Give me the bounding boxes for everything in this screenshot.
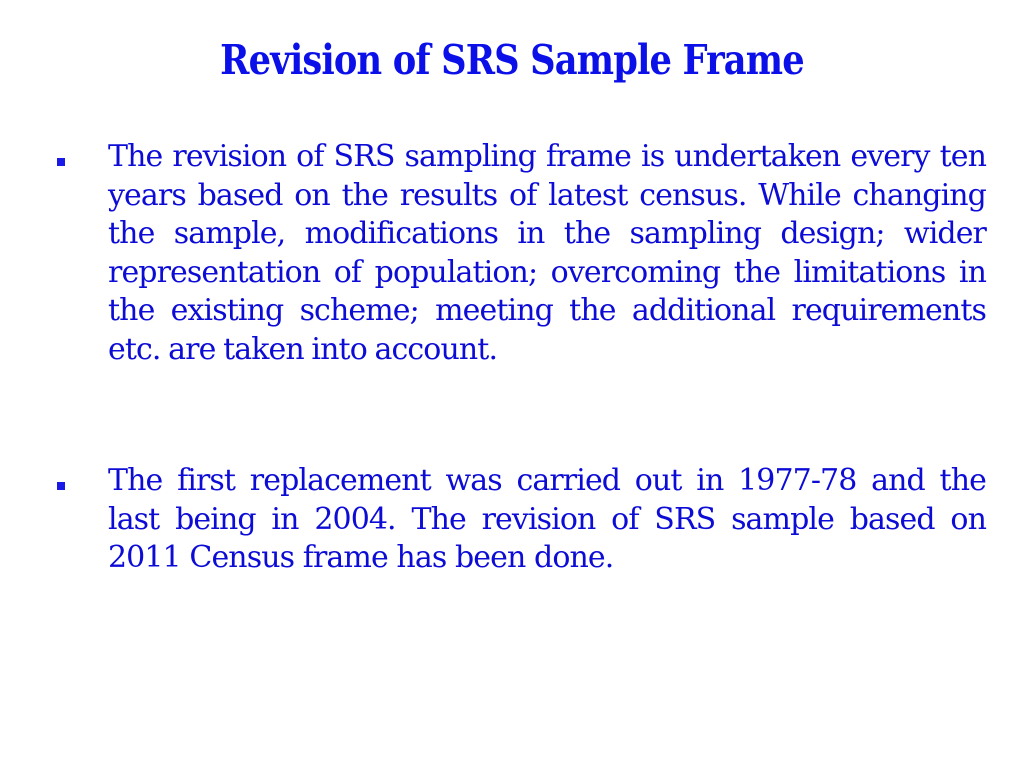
square-bullet-icon bbox=[57, 158, 65, 166]
bullet-text: The revision of SRS sampling frame is un… bbox=[108, 139, 987, 367]
square-bullet-icon bbox=[57, 482, 65, 490]
bullet-text: The first replacement was carried out in… bbox=[108, 463, 987, 575]
slide-title: Revision of SRS Sample Frame bbox=[220, 36, 805, 84]
